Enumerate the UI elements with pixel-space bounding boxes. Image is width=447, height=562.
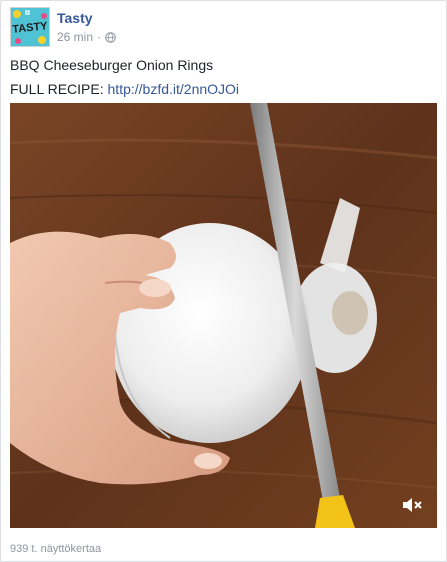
caption-recipe-line: FULL RECIPE: http://bzfd.it/2nnOJOi [10, 80, 239, 104]
avatar[interactable]: TASTY [10, 7, 50, 47]
recipe-label: FULL RECIPE: [10, 81, 104, 97]
video-player[interactable] [10, 103, 437, 528]
meta-separator: · [97, 30, 102, 44]
page-name-link[interactable]: Tasty [57, 10, 93, 26]
post-caption: BBQ Cheeseburger Onion Rings FULL RECIPE… [10, 56, 239, 104]
post-card: TASTY Tasty 26 min · BBQ Cheeseburger On… [0, 0, 447, 562]
globe-icon [105, 31, 116, 43]
video-frame [10, 103, 437, 528]
view-count: 939 t. näyttökertaa [10, 543, 102, 555]
tasty-logo: TASTY [11, 8, 49, 46]
post-meta: 26 min · [57, 30, 116, 44]
post-header: TASTY Tasty 26 min · [10, 7, 430, 47]
post-timestamp[interactable]: 26 min [57, 30, 93, 44]
caption-title: BBQ Cheeseburger Onion Rings [10, 57, 214, 73]
speaker-muted-icon[interactable] [401, 496, 423, 514]
recipe-link[interactable]: http://bzfd.it/2nnOJOi [108, 81, 240, 97]
